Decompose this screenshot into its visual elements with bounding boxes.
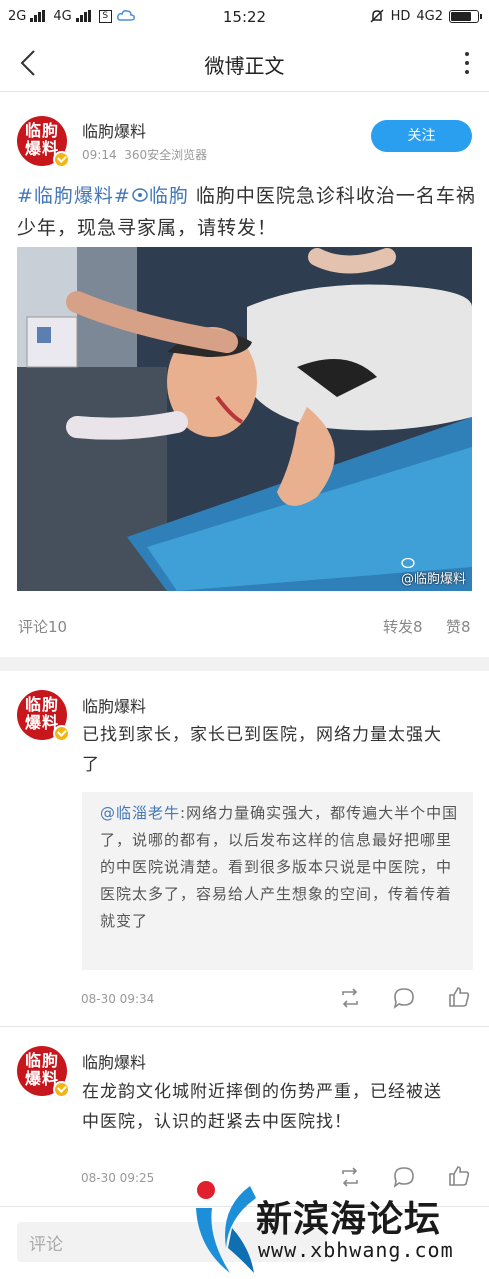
status-bar: 2G 4G S 15:22 HD 4G2 xyxy=(0,0,489,34)
verified-badge-icon xyxy=(53,1081,70,1098)
comment-author-name[interactable]: 临朐爆料 xyxy=(82,693,146,717)
site-name: 新滨海论坛 xyxy=(256,1198,442,1240)
comment-author-name[interactable]: 临朐爆料 xyxy=(82,1049,146,1073)
comment-text: 在龙韵文化城附近摔倒的伤势严重，已经被送中医院，认识的赶紧去中医院找！ xyxy=(82,1082,442,1132)
likes-tab[interactable]: 赞8 xyxy=(446,616,471,637)
post-actions: 评论10 转发8 赞8 xyxy=(0,612,489,640)
repost-icon[interactable] xyxy=(338,986,362,1010)
quoted-reply[interactable]: @临淄老牛:网络力量确实强大，都传遍大半个中国了，说哪的都有，以后发布这样的信息… xyxy=(82,792,473,970)
site-url: www.xbhwang.com xyxy=(258,1238,454,1262)
network-label: 4G2 xyxy=(416,8,443,24)
photo-image xyxy=(17,247,472,591)
location-tag: 临朐 xyxy=(148,185,189,207)
verified-badge-icon xyxy=(53,725,70,742)
verified-badge-icon xyxy=(53,151,70,168)
follow-button[interactable]: 关注 xyxy=(371,120,472,152)
post-source: 360安全浏览器 xyxy=(124,148,208,162)
avatar[interactable]: 临朐爆料 xyxy=(17,690,70,742)
reposts-tab[interactable]: 转发8 xyxy=(383,616,423,637)
hashtag-link[interactable]: #临朐爆料# xyxy=(17,185,131,207)
comment-icon[interactable] xyxy=(392,986,416,1010)
like-icon[interactable] xyxy=(447,985,471,1009)
battery-fill xyxy=(451,11,472,21)
comment-time: 08-30 09:34 xyxy=(81,992,155,1006)
hd-label: HD xyxy=(390,8,411,24)
avatar[interactable]: 临朐爆料 xyxy=(17,1046,70,1098)
post-photo[interactable]: @临朐爆料 xyxy=(17,247,472,591)
comment-text: 已找到家长，家长已到医院，网络力量太强大了 xyxy=(82,725,442,775)
comments-tab[interactable]: 评论10 xyxy=(18,616,67,637)
section-divider xyxy=(0,657,489,671)
page-title: 微博正文 xyxy=(204,54,285,78)
photo-watermark: @临朐爆料 xyxy=(401,556,466,587)
comment-time: 08-30 09:25 xyxy=(81,1171,155,1185)
weibo-logo-icon xyxy=(401,557,415,568)
location-pin-icon xyxy=(132,188,148,202)
avatar[interactable]: 临朐爆料 xyxy=(17,116,70,168)
post-author-name[interactable]: 临朐爆料 xyxy=(82,118,146,142)
post-body: #临朐爆料# 临朐 临朐中医院急诊科收治一名车祸少年，现急寻家属，请转发！ xyxy=(17,180,477,244)
location-link[interactable]: 临朐 xyxy=(131,185,189,207)
post-time: 09:14 xyxy=(82,148,117,162)
nav-bar: 微博正文 xyxy=(0,34,489,92)
status-right: HD 4G2 xyxy=(369,8,482,24)
post-meta: 09:14 360安全浏览器 xyxy=(82,146,207,163)
comment-divider xyxy=(0,1026,489,1027)
watermark-text: @临朐爆料 xyxy=(400,572,466,587)
more-options-button[interactable] xyxy=(459,46,475,80)
mute-bell-icon xyxy=(370,9,384,23)
quote-user-link[interactable]: @临淄老牛 xyxy=(100,804,180,822)
quote-text: :网络力量确实强大，都传遍大半个中国了，说哪的都有，以后发布这样的信息最好把哪里… xyxy=(100,804,459,930)
battery-icon xyxy=(449,9,482,23)
